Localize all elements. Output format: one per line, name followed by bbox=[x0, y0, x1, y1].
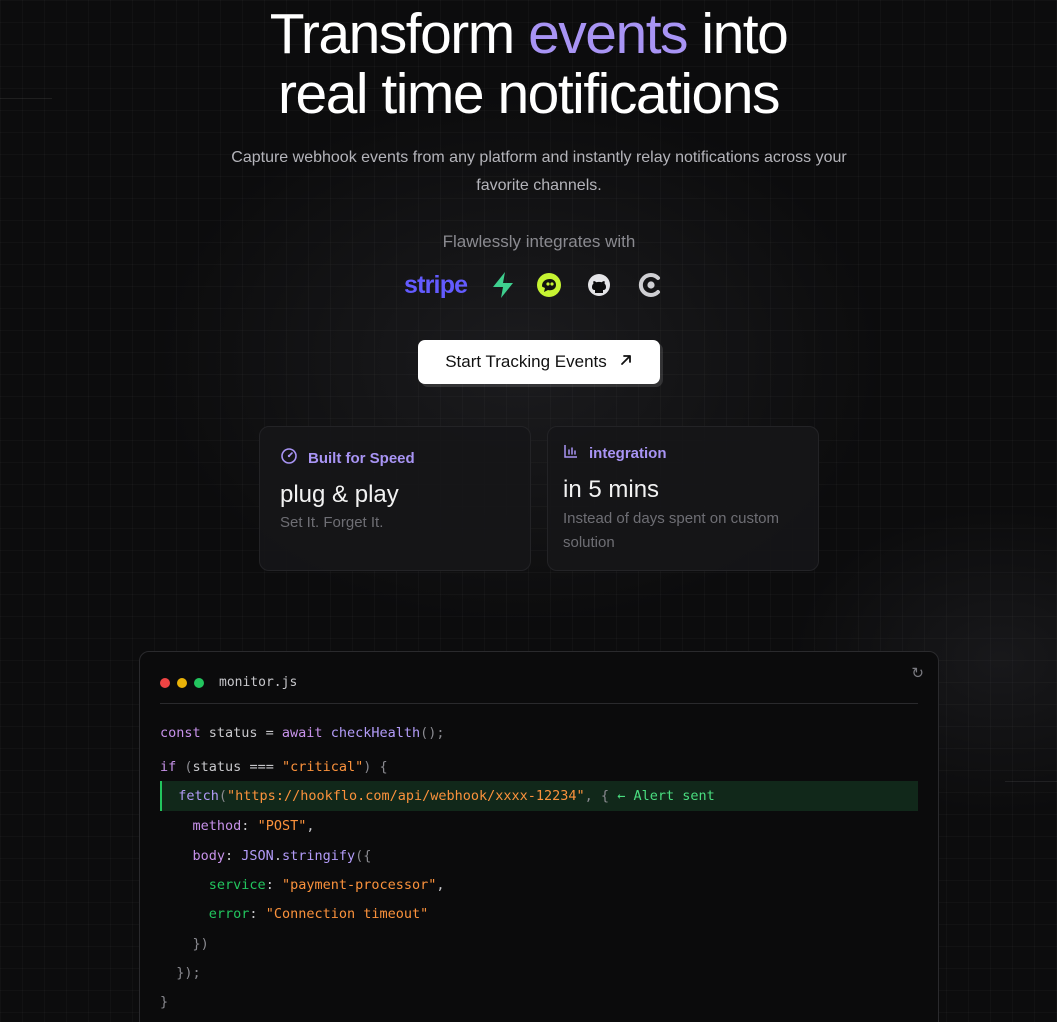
code-line: if (status === "critical") { bbox=[160, 759, 388, 775]
feature-card-speed: Built for Speed plug & play Set It. Forg… bbox=[259, 426, 531, 571]
cta-label: Start Tracking Events bbox=[445, 352, 607, 371]
card-heading: Built for Speed bbox=[280, 447, 415, 469]
code-line: error: "Connection timeout" bbox=[208, 906, 429, 922]
gauge-icon bbox=[280, 447, 298, 469]
hero-subtitle: Capture webhook events from any platform… bbox=[231, 149, 847, 194]
code-window-header: monitor.js bbox=[160, 652, 918, 704]
filename: monitor.js bbox=[219, 675, 298, 690]
code-window: monitor.js ↻ const status = await checkH… bbox=[139, 651, 939, 1022]
hero-title: Transform events into real time notifica… bbox=[0, 4, 1057, 124]
card-heading: integration bbox=[563, 443, 667, 463]
stripe-logo: stripe bbox=[404, 270, 468, 299]
card-title: in 5 mins bbox=[563, 476, 660, 503]
close-dot-icon bbox=[160, 677, 170, 688]
code-line: method: "POST", bbox=[192, 818, 315, 834]
alert-note: ← Alert sent bbox=[617, 788, 715, 804]
hero-title-text: Transform bbox=[269, 2, 529, 66]
code-line: }); bbox=[176, 965, 201, 981]
decor-line bbox=[1005, 781, 1057, 782]
supabase-icon bbox=[489, 271, 517, 299]
hero-title-line2: real time notifications bbox=[278, 62, 780, 126]
integration-logos: stripe bbox=[404, 268, 665, 302]
code-line: }) bbox=[192, 936, 209, 952]
minimize-dot-icon bbox=[177, 677, 187, 688]
refresh-icon[interactable]: ↻ bbox=[911, 664, 924, 682]
clerk-icon bbox=[637, 271, 665, 299]
integrations-label: Flawlessly integrates with bbox=[442, 232, 636, 251]
bar-chart-icon bbox=[563, 443, 579, 463]
code-line: body: JSON.stringify({ bbox=[192, 848, 372, 864]
start-tracking-button[interactable]: Start Tracking Events bbox=[418, 340, 660, 384]
hero-title-text: into bbox=[687, 2, 788, 66]
card-title: plug & play bbox=[280, 481, 399, 508]
feature-card-integration: integration in 5 mins Instead of days sp… bbox=[547, 426, 819, 571]
maximize-dot-icon bbox=[194, 677, 204, 688]
card-heading-label: Built for Speed bbox=[308, 449, 415, 467]
github-icon bbox=[585, 271, 613, 299]
chatbot-icon bbox=[535, 271, 563, 299]
code-line: const status = await checkHealth(); bbox=[160, 725, 445, 741]
card-description: Set It. Forget It. bbox=[280, 514, 384, 531]
arrow-up-right-icon bbox=[619, 352, 633, 372]
hero-title-accent: events bbox=[528, 2, 688, 66]
code-line: } bbox=[160, 994, 169, 1010]
card-description: Instead of days spent on custom solution bbox=[563, 510, 779, 551]
code-line: service: "payment-processor", bbox=[208, 877, 445, 893]
code-line-highlighted: fetch("https://hookflo.com/api/webhook/x… bbox=[160, 781, 918, 811]
card-heading-label: integration bbox=[589, 444, 667, 462]
